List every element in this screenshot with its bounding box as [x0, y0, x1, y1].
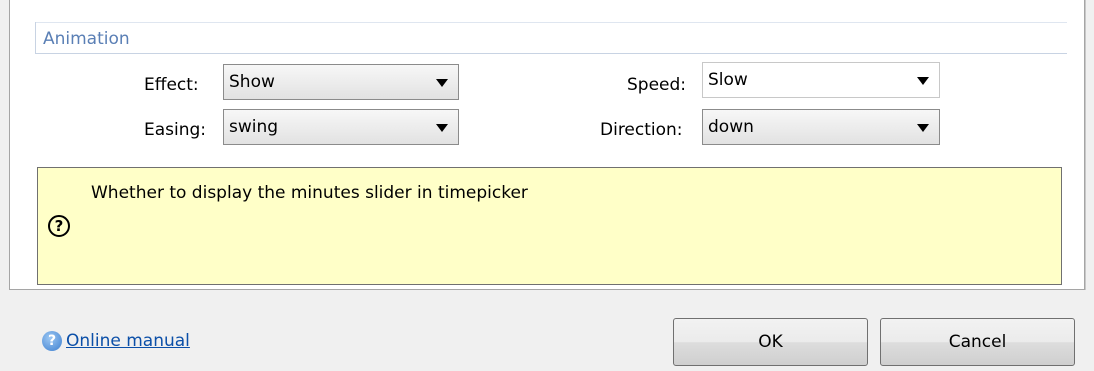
speed-label: Speed:	[627, 75, 687, 95]
speed-select[interactable]: Slow	[702, 62, 940, 98]
group-divider	[35, 53, 1067, 54]
direction-select[interactable]: down	[702, 109, 940, 145]
easing-label: Easing:	[144, 120, 207, 140]
help-text: Whether to display the minutes slider in…	[91, 183, 528, 203]
question-circle-icon: ?	[48, 215, 70, 237]
easing-select[interactable]: swing	[223, 109, 459, 145]
effect-label: Effect:	[144, 75, 199, 95]
chevron-down-icon	[917, 124, 929, 132]
panel-edge	[1085, 0, 1086, 290]
group-border-top	[35, 22, 1067, 23]
online-manual-link[interactable]: Online manual	[66, 331, 190, 351]
direction-label: Direction:	[600, 120, 683, 140]
help-icon[interactable]: ?	[42, 331, 62, 351]
effect-select[interactable]: Show	[223, 64, 459, 100]
direction-value: down	[708, 117, 754, 137]
group-border-left	[35, 22, 36, 54]
cancel-button[interactable]: Cancel	[880, 318, 1075, 366]
group-title: Animation	[43, 29, 130, 49]
chevron-down-icon	[436, 124, 448, 132]
chevron-down-icon	[917, 77, 929, 85]
ok-button[interactable]: OK	[673, 318, 868, 366]
effect-value: Show	[229, 72, 275, 92]
easing-value: swing	[229, 117, 279, 137]
chevron-down-icon	[436, 79, 448, 87]
speed-value: Slow	[708, 70, 748, 90]
